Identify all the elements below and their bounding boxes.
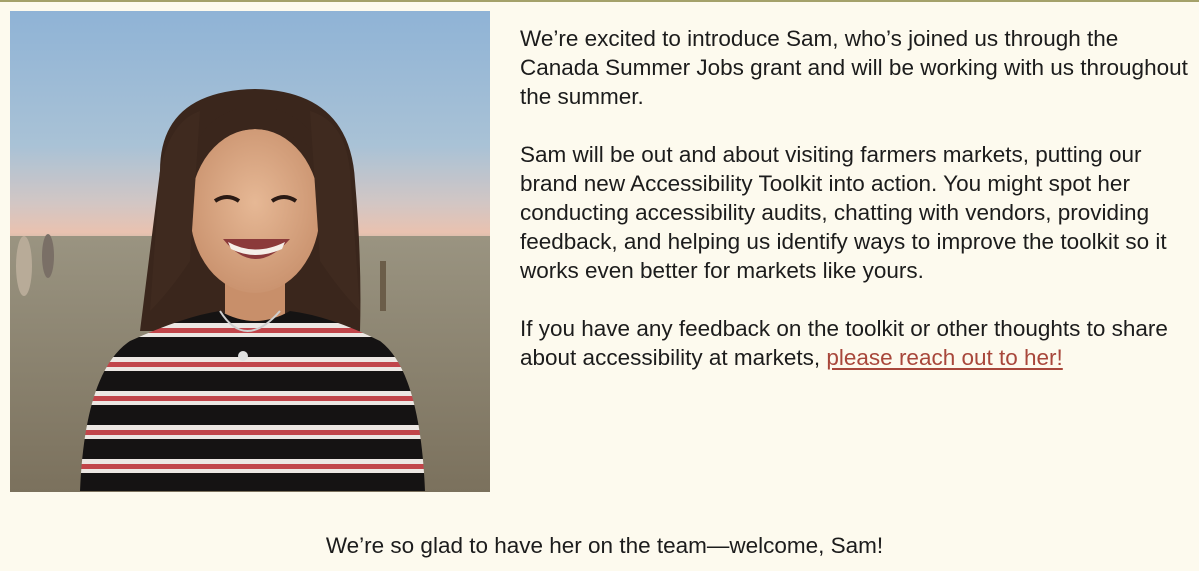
- contact-link[interactable]: please reach out to her!: [826, 345, 1062, 370]
- intro-paragraph-2: Sam will be out and about visiting farme…: [520, 142, 1167, 283]
- intro-text: We’re excited to introduce Sam, who’s jo…: [520, 24, 1190, 372]
- closing-message: We’re so glad to have her on the team—we…: [325, 533, 884, 558]
- intro-paragraph-3: If you have any feedback on the toolkit …: [520, 314, 1190, 372]
- portrait-photo: [10, 11, 490, 492]
- intro-paragraph-1: We’re excited to introduce Sam, who’s jo…: [520, 26, 1188, 109]
- top-divider: [0, 0, 1199, 2]
